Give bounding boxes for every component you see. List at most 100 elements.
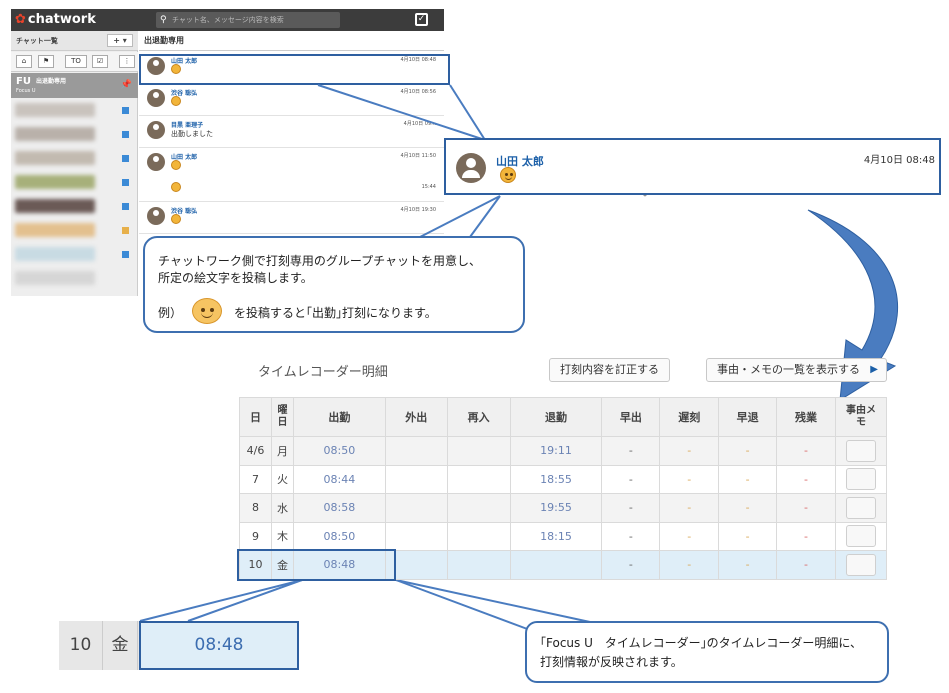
outing-cell[interactable] (384, 493, 448, 523)
task-filter-icon[interactable]: ☑ (92, 55, 108, 68)
smile-emoji-icon (192, 298, 222, 324)
sidebar-item-room[interactable]: FU 出退勤専用 Focus U 📌 (11, 73, 138, 98)
connector-line (395, 579, 531, 631)
unread-badge (122, 155, 129, 162)
return-cell[interactable] (446, 550, 511, 580)
menu-icon[interactable]: ⋮ (119, 55, 135, 68)
pin-icon[interactable]: 📌 (121, 80, 132, 90)
sidebar-item-blurred[interactable] (15, 199, 95, 213)
clock-out-cell[interactable]: 18:55 (509, 464, 603, 494)
message-item[interactable]: 目黒 亜理子 4月10日 09:.. 出勤しました (139, 116, 444, 148)
chatwork-logo-icon: ✿ (15, 12, 26, 27)
task-icon[interactable]: ✓ (415, 13, 428, 26)
table-row: 4/6 月 08:50 19:11 - - - - (239, 436, 888, 466)
message-item[interactable]: 渋谷 聡弘 4月10日 19:30 (139, 202, 444, 234)
callout-text: 所定の絵文字を投稿します。 (158, 271, 313, 285)
early-cell: - (601, 464, 661, 494)
outing-cell[interactable] (384, 436, 448, 466)
message-time: 4月10日 19:30 (400, 207, 436, 213)
chatwork-logo-text: chatwork (27, 12, 96, 27)
search-input[interactable]: ⚲ チャット名、メッセージ内容を検索 (156, 12, 340, 28)
column-header: 事由メモ (834, 397, 888, 437)
home-icon[interactable]: ⌂ (16, 55, 32, 68)
memo-button[interactable] (845, 468, 876, 491)
sidebar-item-blurred[interactable] (15, 127, 95, 141)
message-time: 4月10日 09:.. (403, 121, 436, 127)
late-cell: - (659, 464, 720, 494)
memo-button[interactable] (845, 496, 876, 519)
flag-icon[interactable]: ⚑ (38, 55, 54, 68)
avatar (147, 207, 165, 225)
overtime-cell: - (776, 493, 836, 523)
column-header: 退勤 (509, 397, 603, 437)
avatar (147, 89, 165, 107)
weekday-cell: 火 (270, 464, 294, 494)
add-chat-button[interactable]: + ▾ (107, 34, 133, 47)
return-cell[interactable] (446, 521, 511, 551)
smile-emoji-icon (500, 167, 516, 183)
fix-punch-button[interactable]: 打刻内容を訂正する (549, 358, 670, 382)
callout-text: チャットワーク側で打刻専用のグループチャットを用意し、 (158, 254, 482, 268)
show-memo-list-label: 事由・メモの一覧を表示する (717, 363, 860, 376)
to-icon[interactable]: TO (65, 55, 87, 68)
day-cell: 4/6 (239, 436, 272, 466)
sidebar-item-blurred[interactable] (15, 271, 95, 285)
sidebar-item-blurred[interactable] (15, 103, 95, 117)
clock-in-cell[interactable]: 08:58 (292, 493, 386, 523)
return-cell[interactable] (446, 464, 511, 494)
chatwork-header: ✿ chatwork ⚲ チャット名、メッセージ内容を検索 ✓ (11, 9, 444, 31)
memo-button[interactable] (845, 525, 876, 548)
message-time: 4月10日 08:56 (400, 89, 436, 95)
clock-in-cell[interactable]: 08:50 (292, 436, 386, 466)
clock-in-cell[interactable]: 08:50 (292, 521, 386, 551)
clock-out-cell[interactable]: 19:55 (509, 493, 603, 523)
sidebar-item-blurred[interactable] (15, 223, 95, 237)
message-item[interactable]: 山田 太郎 4月10日 11:50 15:44 (139, 148, 444, 202)
overtime-cell: - (776, 550, 836, 580)
early-cell: - (601, 521, 661, 551)
sidebar-title: チャット一覧 (16, 37, 58, 45)
clock-out-cell[interactable]: 19:11 (509, 436, 603, 466)
day-cell: 9 (239, 521, 272, 551)
unread-badge (122, 203, 129, 210)
callout-text: 打刻情報が反映されます。 (540, 655, 683, 669)
room-logo: FU (16, 76, 31, 87)
triangle-right-icon: ▶ (870, 364, 878, 375)
clock-out-cell[interactable]: 18:15 (509, 521, 603, 551)
memo-cell (834, 521, 888, 551)
callout-chatwork-explanation: チャットワーク側で打刻専用のグループチャットを用意し、 所定の絵文字を投稿します… (143, 236, 525, 333)
clock-in-cell[interactable]: 08:44 (292, 464, 386, 494)
emoji-mouth (505, 176, 512, 180)
avatar (147, 153, 165, 171)
column-header: 出勤 (292, 397, 386, 437)
show-memo-list-button[interactable]: 事由・メモの一覧を表示する ▶ (706, 358, 887, 382)
clock-out-cell[interactable] (509, 550, 603, 580)
overtime-cell: - (776, 436, 836, 466)
unread-badge (122, 179, 129, 186)
outing-cell[interactable] (384, 464, 448, 494)
callout-text: ｢Focus U タイムレコーダー｣のタイムレコーダー明細に、 (540, 636, 863, 650)
outing-cell[interactable] (384, 521, 448, 551)
early-cell: - (601, 493, 661, 523)
memo-button[interactable] (845, 439, 876, 462)
time-recorder-title: タイムレコーダー明細 (258, 365, 388, 380)
sidebar-item-blurred[interactable] (15, 175, 95, 189)
table-row: 9 木 08:50 18:15 - - - - (239, 521, 888, 551)
weekday-cell: 水 (270, 493, 294, 523)
sidebar-item-blurred[interactable] (15, 151, 95, 165)
memo-button[interactable] (845, 553, 876, 576)
message-item[interactable]: 渋谷 聡弘 4月10日 08:56 (139, 84, 444, 116)
overtime-cell: - (776, 521, 836, 551)
return-cell[interactable] (446, 436, 511, 466)
memo-cell (834, 436, 888, 466)
return-cell[interactable] (446, 493, 511, 523)
connector-line (449, 84, 486, 141)
message-sender: 目黒 亜理子 (171, 122, 204, 129)
day-cell: 7 (239, 464, 272, 494)
column-header: 外出 (384, 397, 448, 437)
chatwork-logo[interactable]: ✿ chatwork (15, 12, 96, 27)
zoomed-table-row: 10 金 08:48 (59, 621, 299, 670)
column-header: 遅刻 (659, 397, 720, 437)
avatar (147, 121, 165, 139)
sidebar-item-blurred[interactable] (15, 247, 95, 261)
